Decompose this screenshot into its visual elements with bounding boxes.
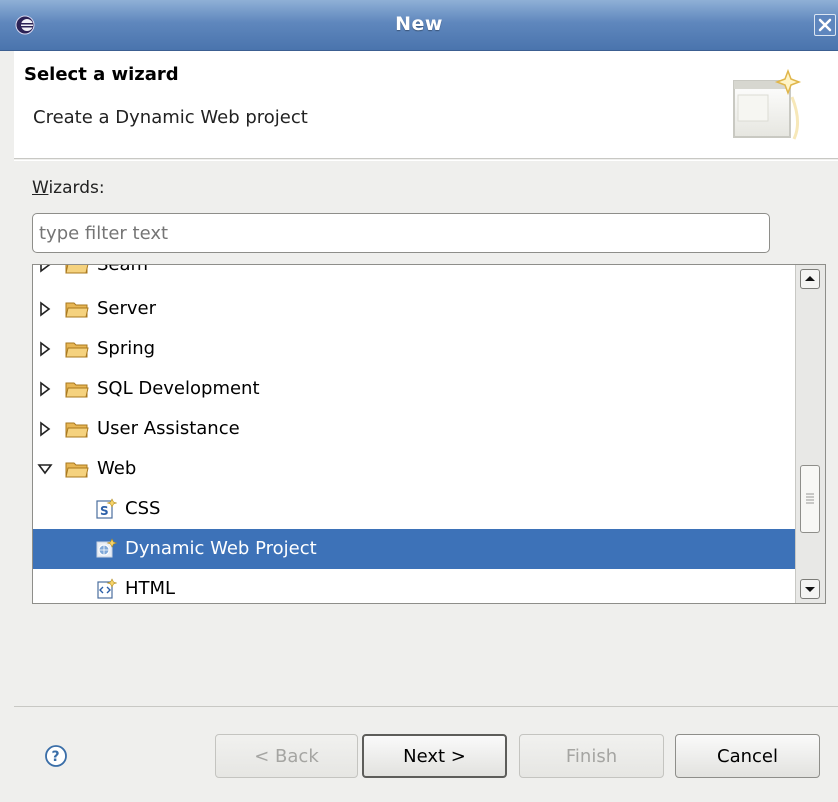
wizards-label-rest: izards: [48, 178, 105, 198]
dynamic-web-project-icon [96, 538, 117, 558]
folder-icon [65, 265, 89, 274]
filter-input[interactable] [32, 213, 770, 253]
header-divider [14, 160, 838, 161]
cancel-button[interactable]: Cancel [675, 734, 820, 778]
window-title: New [395, 13, 443, 35]
collapsed-arrow-icon[interactable] [37, 381, 53, 397]
tree-item-html[interactable]: HTML [33, 569, 795, 603]
scroll-thumb[interactable] [800, 465, 820, 533]
close-button[interactable] [814, 14, 836, 36]
tree-item-user-assistance[interactable]: User Assistance [33, 409, 795, 449]
tree-item-label: User Assistance [97, 418, 240, 439]
tree-item-label: Server [97, 298, 157, 319]
grip-icon [806, 493, 814, 504]
footer-divider [14, 706, 838, 707]
tree-item-sql-development[interactable]: SQL Development [33, 369, 795, 409]
html-file-icon [97, 578, 117, 599]
tree-item-label: CSS [125, 498, 161, 519]
window-title-bar[interactable]: New [0, 0, 838, 51]
svg-text:?: ? [52, 749, 60, 765]
help-icon[interactable]: ? [44, 744, 68, 768]
finish-button[interactable]: Finish [519, 734, 664, 778]
tree-item-server[interactable]: Server [33, 289, 795, 329]
wizard-header: Select a wizard Create a Dynamic Web pro… [14, 51, 838, 159]
header-title: Select a wizard [24, 64, 179, 85]
close-icon [818, 18, 832, 32]
folder-icon [65, 422, 89, 438]
scroll-up-icon [805, 276, 815, 281]
tree-item-label: Spring [97, 338, 156, 359]
folder-icon [65, 382, 89, 398]
tree-scrollbar[interactable] [795, 265, 825, 603]
back-button[interactable]: < Back [215, 734, 358, 778]
tree-item-dynamic-web-project[interactable]: Dynamic Web Project [33, 529, 795, 569]
next-button[interactable]: Next > [362, 734, 507, 778]
tree-item-label: Web [97, 458, 137, 479]
folder-icon [65, 342, 89, 358]
scroll-down-button[interactable] [800, 579, 820, 599]
folder-open-icon [65, 462, 89, 478]
collapsed-arrow-icon[interactable] [37, 341, 53, 357]
wizards-label: Wizards: [32, 178, 105, 198]
new-wizard-banner-icon [733, 68, 802, 140]
tree-item-seam[interactable]: Seam [33, 264, 795, 285]
folder-icon [65, 302, 89, 318]
scroll-down-icon [805, 587, 815, 592]
header-description: Create a Dynamic Web project [33, 107, 308, 128]
tree-item-css[interactable]: S CSS [33, 489, 795, 529]
collapsed-arrow-icon[interactable] [37, 264, 53, 273]
expanded-arrow-icon[interactable] [37, 461, 53, 477]
svg-text:S: S [100, 504, 109, 518]
tree-item-label: SQL Development [97, 378, 260, 399]
tree-item-label: Seam [97, 264, 149, 275]
collapsed-arrow-icon[interactable] [37, 301, 53, 317]
wizard-tree[interactable]: Seam Server Spring SQL Development User … [32, 264, 826, 604]
css-file-icon: S [96, 498, 117, 519]
tree-item-label: Dynamic Web Project [125, 538, 317, 559]
tree-item-spring[interactable]: Spring [33, 329, 795, 369]
scroll-up-button[interactable] [800, 269, 820, 289]
tree-item-web[interactable]: Web [33, 449, 795, 489]
tree-item-label: HTML [125, 578, 176, 599]
collapsed-arrow-icon[interactable] [37, 421, 53, 437]
